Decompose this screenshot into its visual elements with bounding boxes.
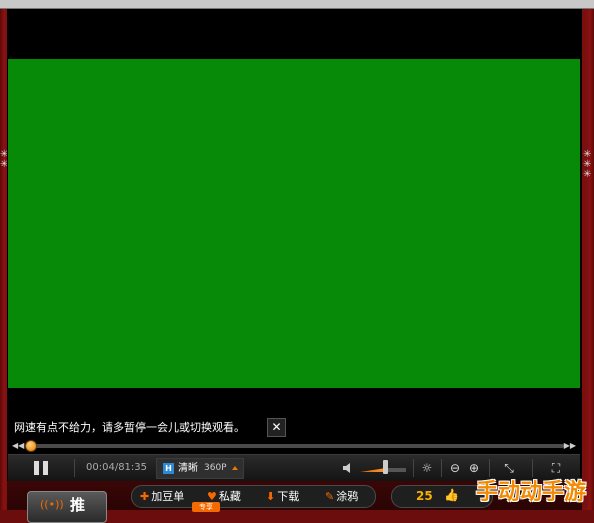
title-bar-edge (0, 0, 594, 9)
quality-selector[interactable]: H 清晰 360P (156, 458, 244, 479)
snowflake-decoration-right: ✳ ✳ ✳ (583, 149, 592, 180)
quality-label: 清晰 (178, 463, 198, 474)
seek-track[interactable] (26, 444, 564, 448)
fullscreen-icon[interactable]: ⛶ (548, 460, 564, 476)
seek-bar[interactable]: ◀◀ ▶▶ (8, 439, 580, 453)
push-button[interactable]: ((•)) 推 (27, 491, 107, 523)
add-to-list-button[interactable]: ✚ 加豆单 (140, 489, 184, 504)
speaker-icon[interactable] (343, 463, 353, 473)
download-icon: ⬇ (266, 490, 276, 503)
divider (532, 459, 533, 477)
time-display: 00:04/81:35 (86, 462, 148, 473)
divider (489, 459, 490, 477)
mini-mode-icon[interactable]: ⤡ (501, 460, 517, 476)
buffering-notice: 网速有点不给力，请多暂停一会儿或切换观看。 (14, 421, 245, 434)
divider (441, 459, 442, 477)
action-pill: ✚ 加豆单 ♥ 私藏 ⬇ 下载 ✎ 涂鸦 (131, 485, 376, 508)
brush-icon: ✎ (325, 490, 335, 503)
close-notice-button[interactable]: ✕ (267, 418, 286, 437)
zoom-out-icon[interactable]: ⊖ (447, 460, 463, 476)
divider (74, 459, 75, 477)
doodle-button[interactable]: ✎ 涂鸦 (325, 489, 358, 504)
thumbs-up-icon[interactable]: 👍 (444, 488, 459, 502)
seek-back-icon[interactable]: ◀◀ (12, 441, 24, 450)
plus-icon: ✚ (140, 490, 150, 503)
seek-handle[interactable] (25, 440, 37, 452)
pause-button[interactable] (34, 461, 48, 475)
volume-handle[interactable] (383, 460, 388, 474)
radio-wave-icon: ((•)) (40, 498, 64, 511)
caret-up-icon (232, 466, 238, 470)
seek-forward-icon[interactable]: ▶▶ (564, 441, 576, 450)
quality-resolution: 360P (204, 463, 227, 473)
pause-icon (34, 461, 39, 475)
divider (413, 459, 414, 477)
brightness-icon[interactable]: ☼ (419, 460, 435, 476)
hd-badge-icon: H (163, 463, 174, 474)
zoom-in-icon[interactable]: ⊕ (466, 460, 482, 476)
video-frame[interactable] (8, 59, 580, 388)
download-button[interactable]: ⬇ 下载 (266, 489, 299, 504)
exclusive-tag: 专享 (192, 502, 220, 512)
like-count: 25 (416, 489, 433, 503)
push-button-label: 推 (70, 496, 86, 514)
watermark-logo: 手动动手游 (476, 480, 587, 505)
